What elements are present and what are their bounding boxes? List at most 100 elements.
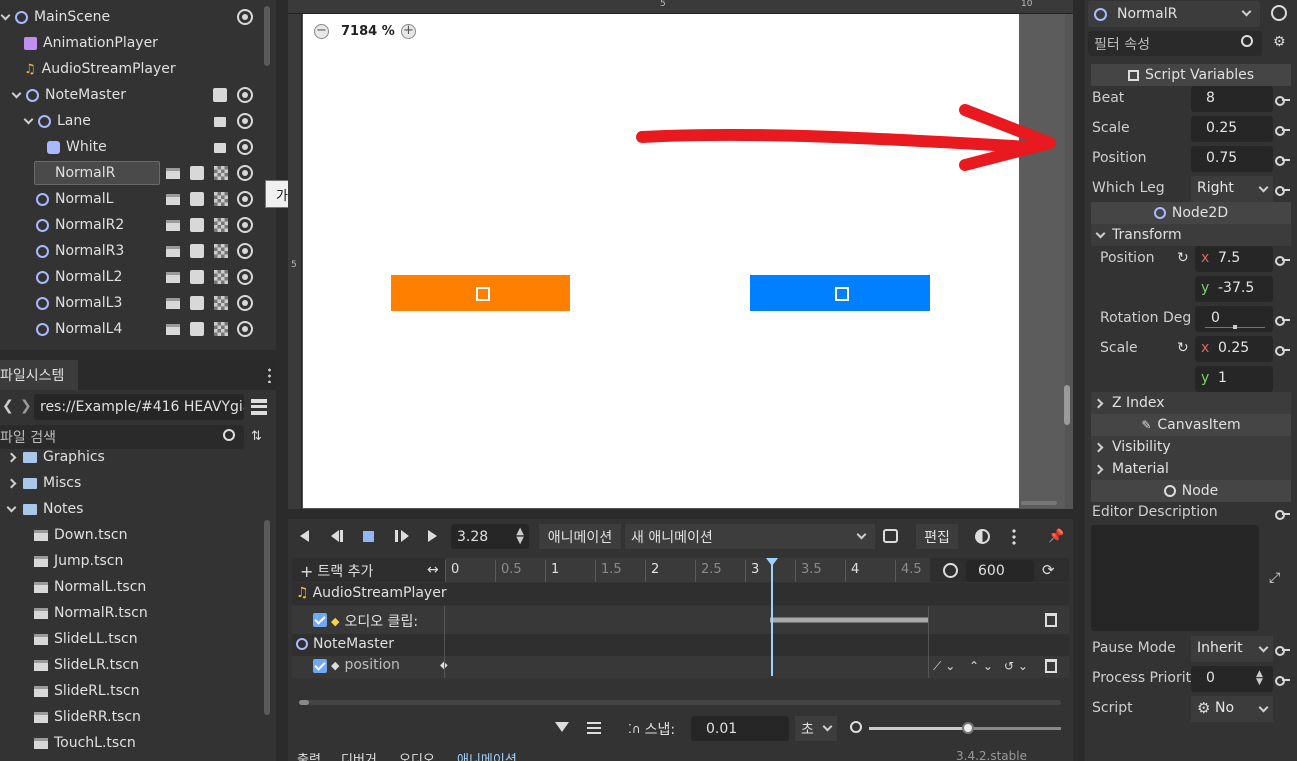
tab-filesystem[interactable]: 파일시스템	[0, 360, 78, 390]
tab-output[interactable]: 출력	[297, 750, 321, 761]
tree-item-notemaster[interactable]: NoteMaster	[0, 82, 262, 108]
visibility-group[interactable]: Visibility	[1091, 436, 1291, 458]
revert-icon[interactable]: ↻	[1177, 340, 1189, 356]
filter-properties-input[interactable]: 필터 속성	[1088, 31, 1262, 56]
script-icon[interactable]	[190, 192, 204, 206]
rotation-slider-handle[interactable]	[1233, 325, 1237, 329]
tree-item-lane[interactable]: Lane	[0, 108, 262, 134]
file-item[interactable]: Jump.tscn	[0, 548, 123, 574]
panel-menu-icon[interactable]	[268, 367, 271, 383]
slider-handle[interactable]	[962, 722, 974, 734]
animation-icon[interactable]	[166, 245, 180, 257]
node-select[interactable]: NormalR	[1088, 1, 1260, 27]
forward-icon[interactable]: ❯	[20, 398, 32, 414]
tree-item-normall4[interactable]: NormalL4	[0, 316, 262, 342]
tree-item-normall2[interactable]: NormalL2	[0, 264, 262, 290]
folder-item-notes[interactable]: Notes	[0, 496, 83, 522]
node2d-header[interactable]: Node2D	[1091, 202, 1291, 224]
script-icon[interactable]	[213, 88, 227, 102]
expand-icon[interactable]	[6, 478, 17, 488]
snap-value-field[interactable]: 0.01	[691, 716, 789, 741]
tab-animation[interactable]: 애니메이션	[457, 750, 517, 761]
zoom-in-icon[interactable]: +	[401, 24, 416, 39]
reset-icon[interactable]	[1275, 315, 1290, 326]
list-icon[interactable]	[587, 722, 601, 734]
property-tools-icon[interactable]: ⚙	[1273, 34, 1286, 50]
script-icon[interactable]	[190, 296, 204, 310]
collapse-icon[interactable]	[6, 502, 17, 512]
animation-icon[interactable]	[166, 167, 180, 179]
collapse-icon[interactable]	[11, 88, 22, 98]
tree-item-normall[interactable]: NormalL	[0, 186, 262, 212]
visibility-icon[interactable]	[237, 139, 253, 155]
collapse-icon[interactable]	[23, 114, 34, 124]
tree-item-white[interactable]: White	[0, 134, 262, 160]
time-spinbox[interactable]: 3.28 ▲ ▼	[451, 524, 529, 549]
back-icon[interactable]: ❮	[2, 398, 14, 414]
reset-icon[interactable]	[1275, 95, 1290, 106]
file-item[interactable]: SlideRL.tscn	[0, 678, 140, 704]
lock-icon[interactable]	[214, 117, 226, 127]
tree-item-audiostreamplayer[interactable]: ♫ AudioStreamPlayer	[0, 56, 262, 82]
material-group[interactable]: Material	[1091, 458, 1291, 480]
loop-icon[interactable]: ⟳	[1042, 561, 1055, 579]
file-item[interactable]: SlideLR.tscn	[0, 652, 139, 678]
autoplay-icon[interactable]	[883, 529, 898, 543]
add-track-button[interactable]: + 트랙 추가	[300, 561, 373, 581]
pivot-icon[interactable]	[835, 287, 849, 301]
tree-item-mainscene[interactable]: MainScene	[0, 4, 262, 30]
animation-icon[interactable]	[166, 271, 180, 283]
visibility-icon[interactable]	[237, 87, 253, 103]
snap-unit-select[interactable]: 초	[795, 716, 837, 741]
visibility-icon[interactable]	[237, 243, 253, 259]
script-icon[interactable]	[190, 322, 204, 336]
update-mode-icon[interactable]: ⌃ ⌄	[969, 659, 993, 673]
reset-icon[interactable]	[1275, 185, 1290, 196]
group-icon[interactable]	[214, 296, 228, 310]
filter-icon[interactable]	[555, 722, 569, 732]
filesystem-scrollbar[interactable]	[264, 520, 270, 715]
file-item[interactable]: Down.tscn	[0, 522, 127, 548]
script-variables-header[interactable]: Script Variables	[1091, 64, 1291, 86]
tree-item-normalr2[interactable]: NormalR2	[0, 212, 262, 238]
track-enable-checkbox[interactable]	[313, 613, 327, 631]
tree-item-animationplayer[interactable]: AnimationPlayer	[0, 30, 262, 56]
file-item[interactable]: NormalR.tscn	[0, 600, 148, 626]
expand-icon[interactable]: ⤢	[1269, 570, 1280, 586]
file-item[interactable]: NormalL.tscn	[0, 574, 146, 600]
node-signal-icon[interactable]	[1271, 5, 1287, 21]
canvas-area[interactable]	[303, 14, 1019, 508]
tree-item-normall3[interactable]: NormalL3	[0, 290, 262, 316]
viewport-v-scrollbar[interactable]	[1064, 385, 1070, 425]
reset-icon[interactable]	[1275, 125, 1290, 136]
pivot-icon[interactable]	[476, 287, 490, 301]
group-icon[interactable]	[214, 322, 228, 336]
checkbox[interactable]	[313, 613, 327, 627]
group-icon[interactable]	[214, 244, 228, 258]
visibility-icon[interactable]	[237, 295, 253, 311]
reset-icon[interactable]	[1275, 645, 1290, 656]
playhead[interactable]	[771, 562, 773, 676]
visibility-icon[interactable]	[237, 269, 253, 285]
interpolation-mode-icon[interactable]: ⟋ ⌄	[933, 659, 955, 674]
track-property-label[interactable]: ◆ 오디오 클립:	[331, 611, 418, 631]
zoom-level[interactable]: 7184 %	[341, 24, 395, 39]
folder-item-graphics[interactable]: Graphics	[0, 446, 105, 468]
visibility-icon[interactable]	[237, 191, 253, 207]
track-property-label[interactable]: ◆ position	[331, 657, 400, 673]
play-from-start-button[interactable]	[395, 530, 409, 542]
script-icon[interactable]	[190, 218, 204, 232]
play-backwards-button[interactable]	[300, 530, 309, 542]
reset-icon[interactable]	[1275, 675, 1290, 686]
reset-icon[interactable]	[1275, 155, 1290, 166]
animation-select[interactable]: 새 애니메이션	[625, 524, 875, 549]
spin-arrows-icon[interactable]: ▲ ▼	[516, 527, 524, 546]
length-field[interactable]: 600	[966, 560, 1034, 582]
canvas-item-header[interactable]: ✎ CanvasItem	[1091, 414, 1291, 436]
reset-icon[interactable]	[1275, 345, 1290, 356]
stop-button[interactable]	[363, 531, 374, 542]
expand-icon[interactable]	[6, 452, 17, 462]
onion-skin-icon[interactable]	[975, 529, 990, 544]
track-enable-checkbox[interactable]	[313, 659, 327, 677]
file-item[interactable]: SlideRR.tscn	[0, 704, 141, 730]
